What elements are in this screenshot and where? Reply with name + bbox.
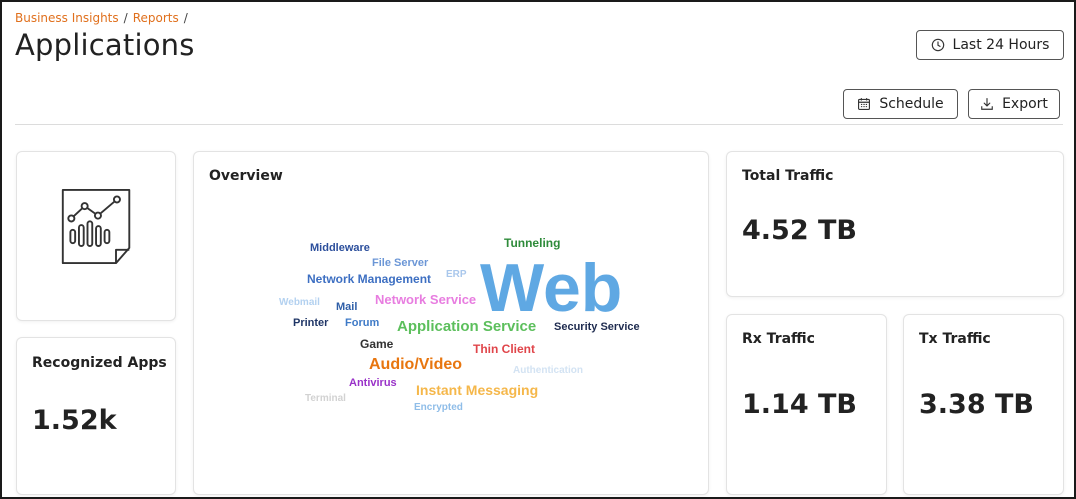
word-printer[interactable]: Printer [293, 318, 328, 329]
word-tunneling[interactable]: Tunneling [504, 237, 560, 249]
time-range-button[interactable]: Last 24 Hours [916, 30, 1064, 60]
word-authentication[interactable]: Authentication [513, 366, 583, 376]
word-terminal[interactable]: Terminal [305, 394, 346, 404]
word-erp[interactable]: ERP [446, 270, 467, 280]
word-security-service[interactable]: Security Service [554, 322, 640, 333]
report-chart-icon [61, 189, 131, 265]
breadcrumb-business-insights[interactable]: Business Insights [15, 11, 119, 25]
tx-traffic-title: Tx Traffic [919, 331, 991, 347]
breadcrumb-separator: / [183, 11, 188, 25]
schedule-label: Schedule [879, 96, 944, 112]
breadcrumb: Business Insights / Reports / [15, 11, 188, 25]
word-webmail[interactable]: Webmail [279, 298, 320, 308]
calendar-icon [858, 98, 871, 110]
rx-traffic-value: 1.14 TB [742, 389, 858, 420]
time-range-label: Last 24 Hours [952, 37, 1050, 53]
overview-card: Overview Web Tunneling Middleware File S… [193, 151, 709, 495]
total-traffic-value: 4.52 TB [742, 215, 858, 246]
overview-title: Overview [209, 168, 283, 184]
recognized-apps-value: 1.52k [32, 405, 117, 436]
word-forum[interactable]: Forum [345, 318, 379, 329]
word-instant-messaging[interactable]: Instant Messaging [416, 383, 538, 397]
word-encrypted[interactable]: Encrypted [414, 403, 463, 413]
word-audio-video[interactable]: Audio/Video [369, 357, 462, 373]
report-icon-card [16, 151, 176, 321]
word-file-server[interactable]: File Server [372, 258, 428, 269]
header-divider [15, 124, 1063, 125]
word-antivirus[interactable]: Antivirus [349, 378, 397, 389]
word-network-service[interactable]: Network Service [375, 293, 476, 306]
word-web[interactable]: Web [480, 254, 622, 322]
export-label: Export [1002, 96, 1048, 112]
total-traffic-title: Total Traffic [742, 168, 834, 184]
word-game[interactable]: Game [360, 338, 393, 350]
total-traffic-card: Total Traffic 4.52 TB [726, 151, 1064, 297]
tx-traffic-card: Tx Traffic 3.38 TB [903, 314, 1064, 495]
word-thin-client[interactable]: Thin Client [473, 343, 535, 355]
tx-traffic-value: 3.38 TB [919, 389, 1035, 420]
recognized-apps-title: Recognized Apps [32, 355, 167, 371]
word-application-service[interactable]: Application Service [397, 319, 536, 334]
word-mail[interactable]: Mail [336, 302, 357, 313]
word-network-management[interactable]: Network Management [307, 273, 431, 285]
rx-traffic-title: Rx Traffic [742, 331, 815, 347]
recognized-apps-card: Recognized Apps 1.52k [16, 337, 176, 495]
schedule-button[interactable]: Schedule [843, 89, 958, 119]
download-icon [981, 98, 993, 110]
rx-traffic-card: Rx Traffic 1.14 TB [726, 314, 887, 495]
word-middleware[interactable]: Middleware [310, 243, 370, 254]
page-title: Applications [15, 28, 195, 62]
clock-icon [931, 38, 944, 52]
breadcrumb-reports[interactable]: Reports [133, 11, 179, 25]
export-button[interactable]: Export [968, 89, 1060, 119]
breadcrumb-separator: / [123, 11, 128, 25]
